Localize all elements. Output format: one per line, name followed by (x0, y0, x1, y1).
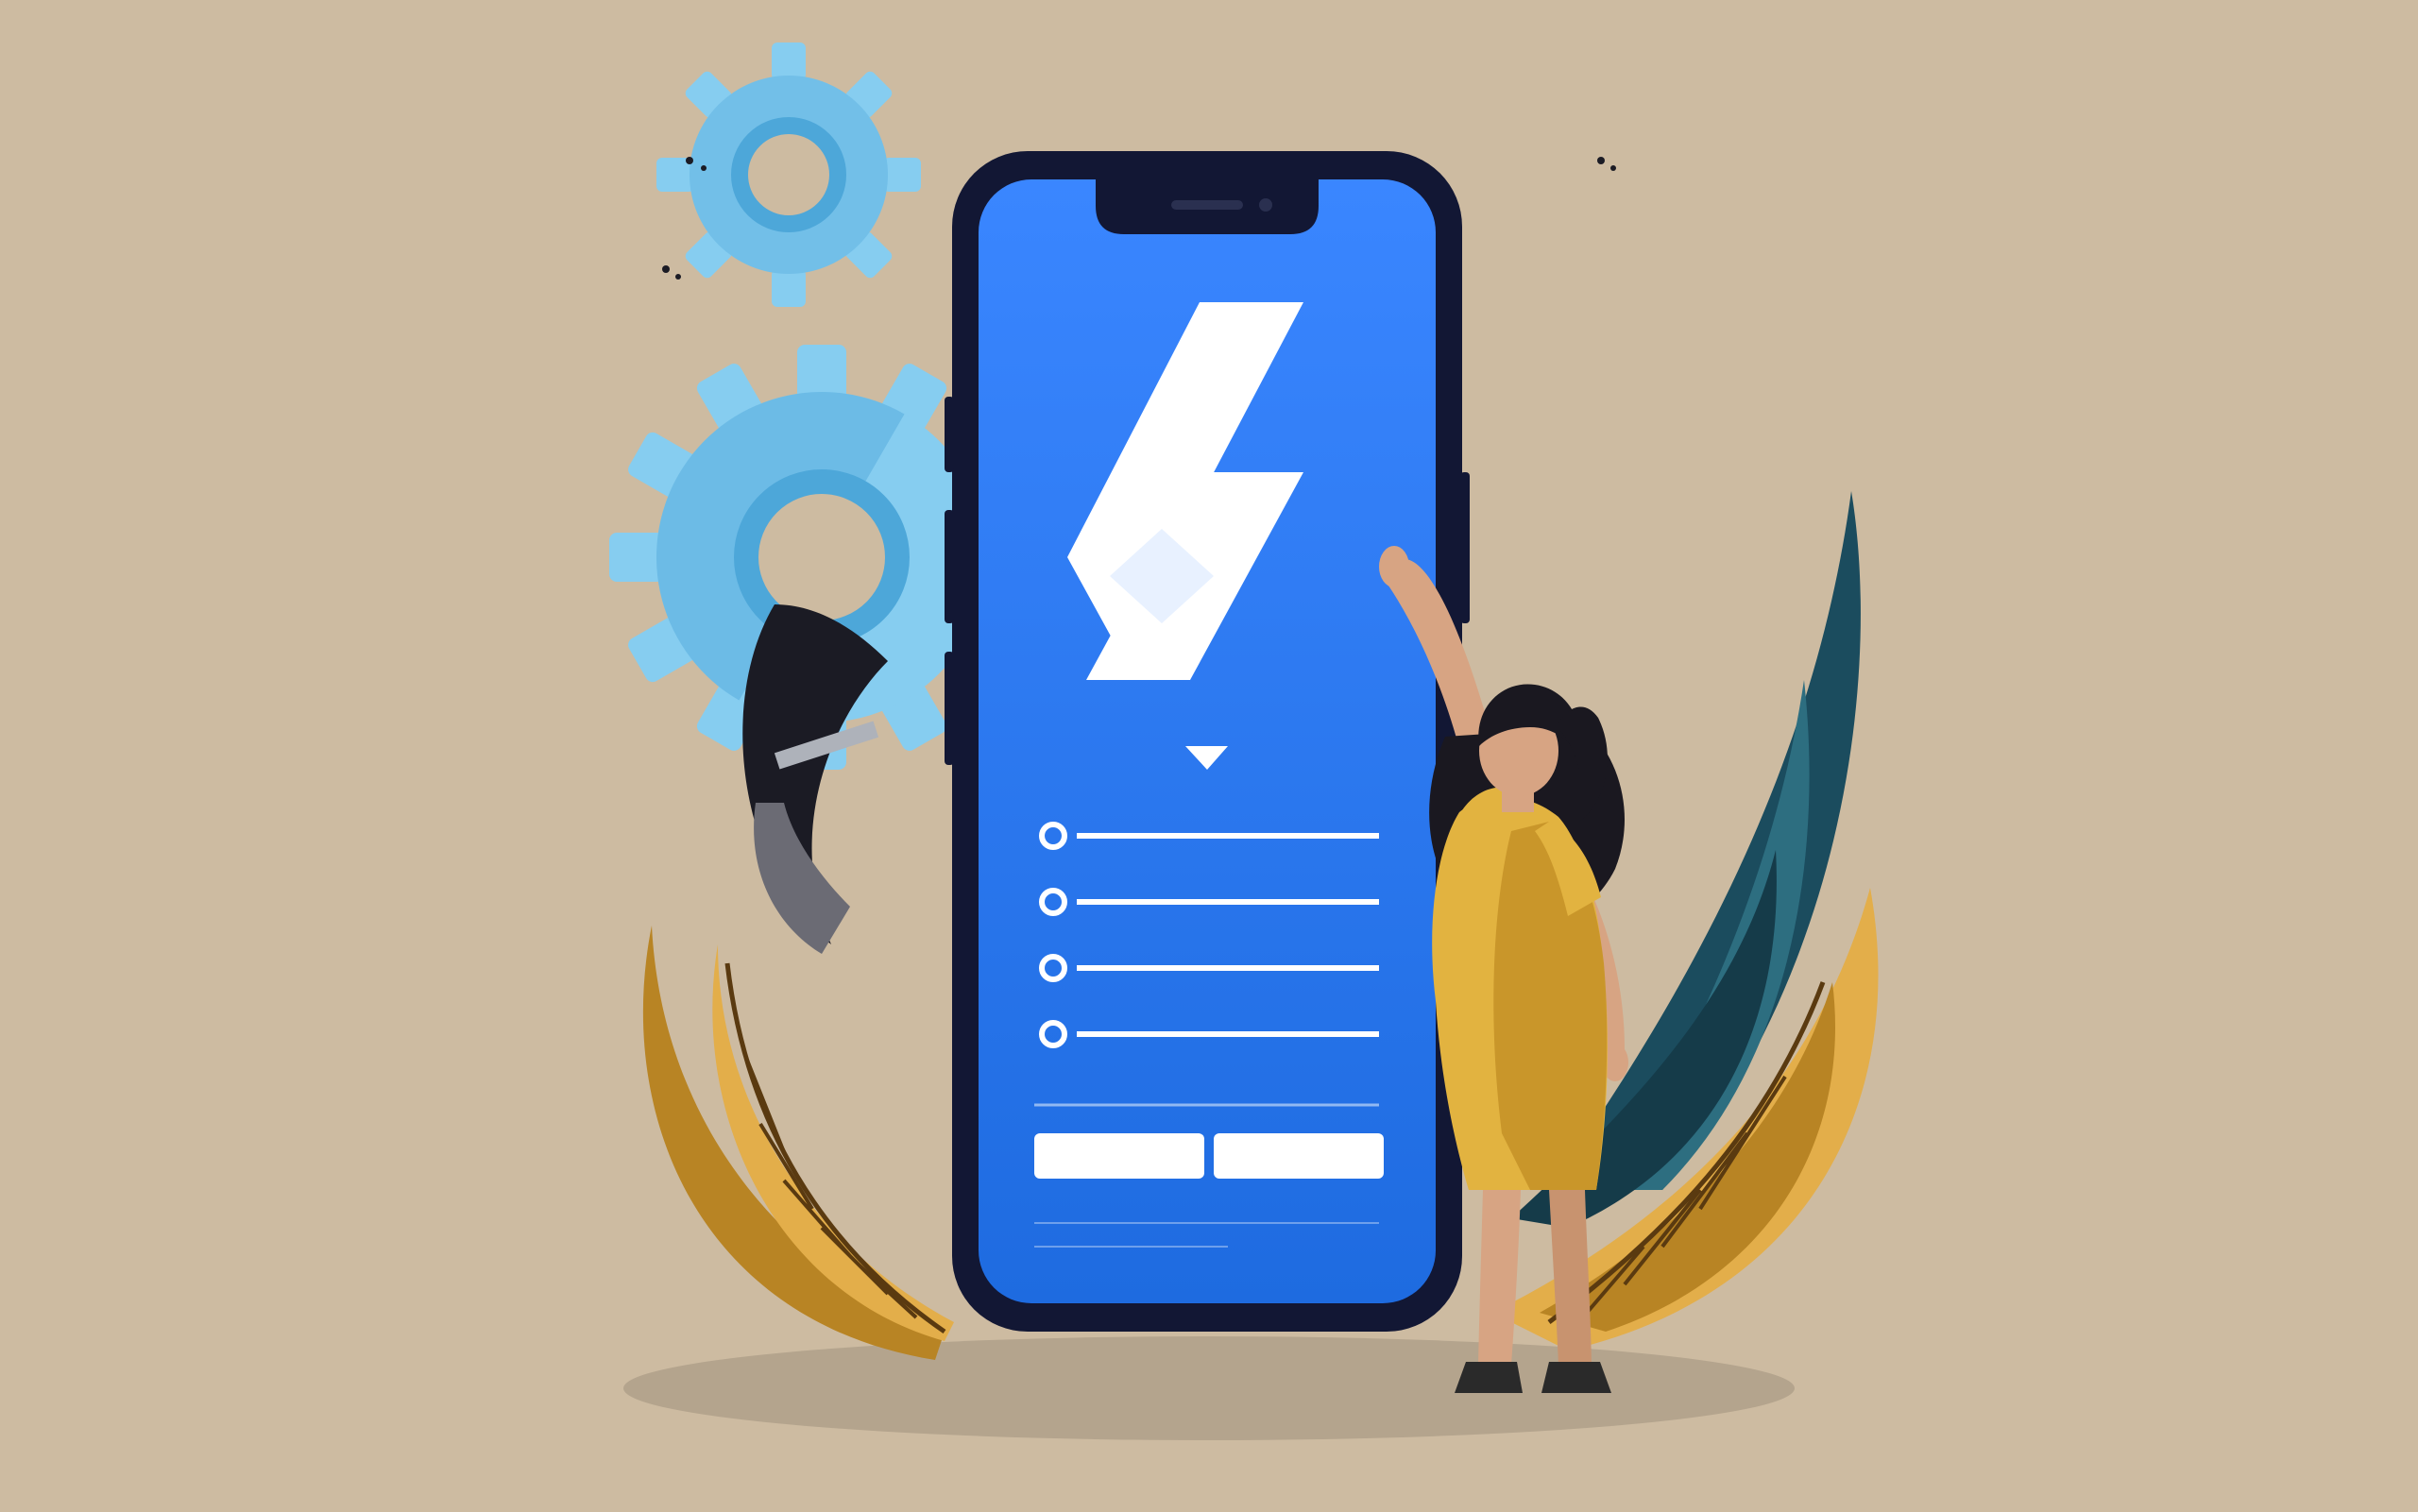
phone-device-icon (945, 151, 1470, 1332)
phone-button-right (1214, 1133, 1384, 1179)
phone-button-left (1034, 1133, 1204, 1179)
illustration-flutter-phone (0, 0, 2418, 1512)
illustration-svg (0, 0, 2418, 1512)
ground-shadow (623, 1336, 1795, 1440)
gear-small-icon (656, 42, 921, 307)
